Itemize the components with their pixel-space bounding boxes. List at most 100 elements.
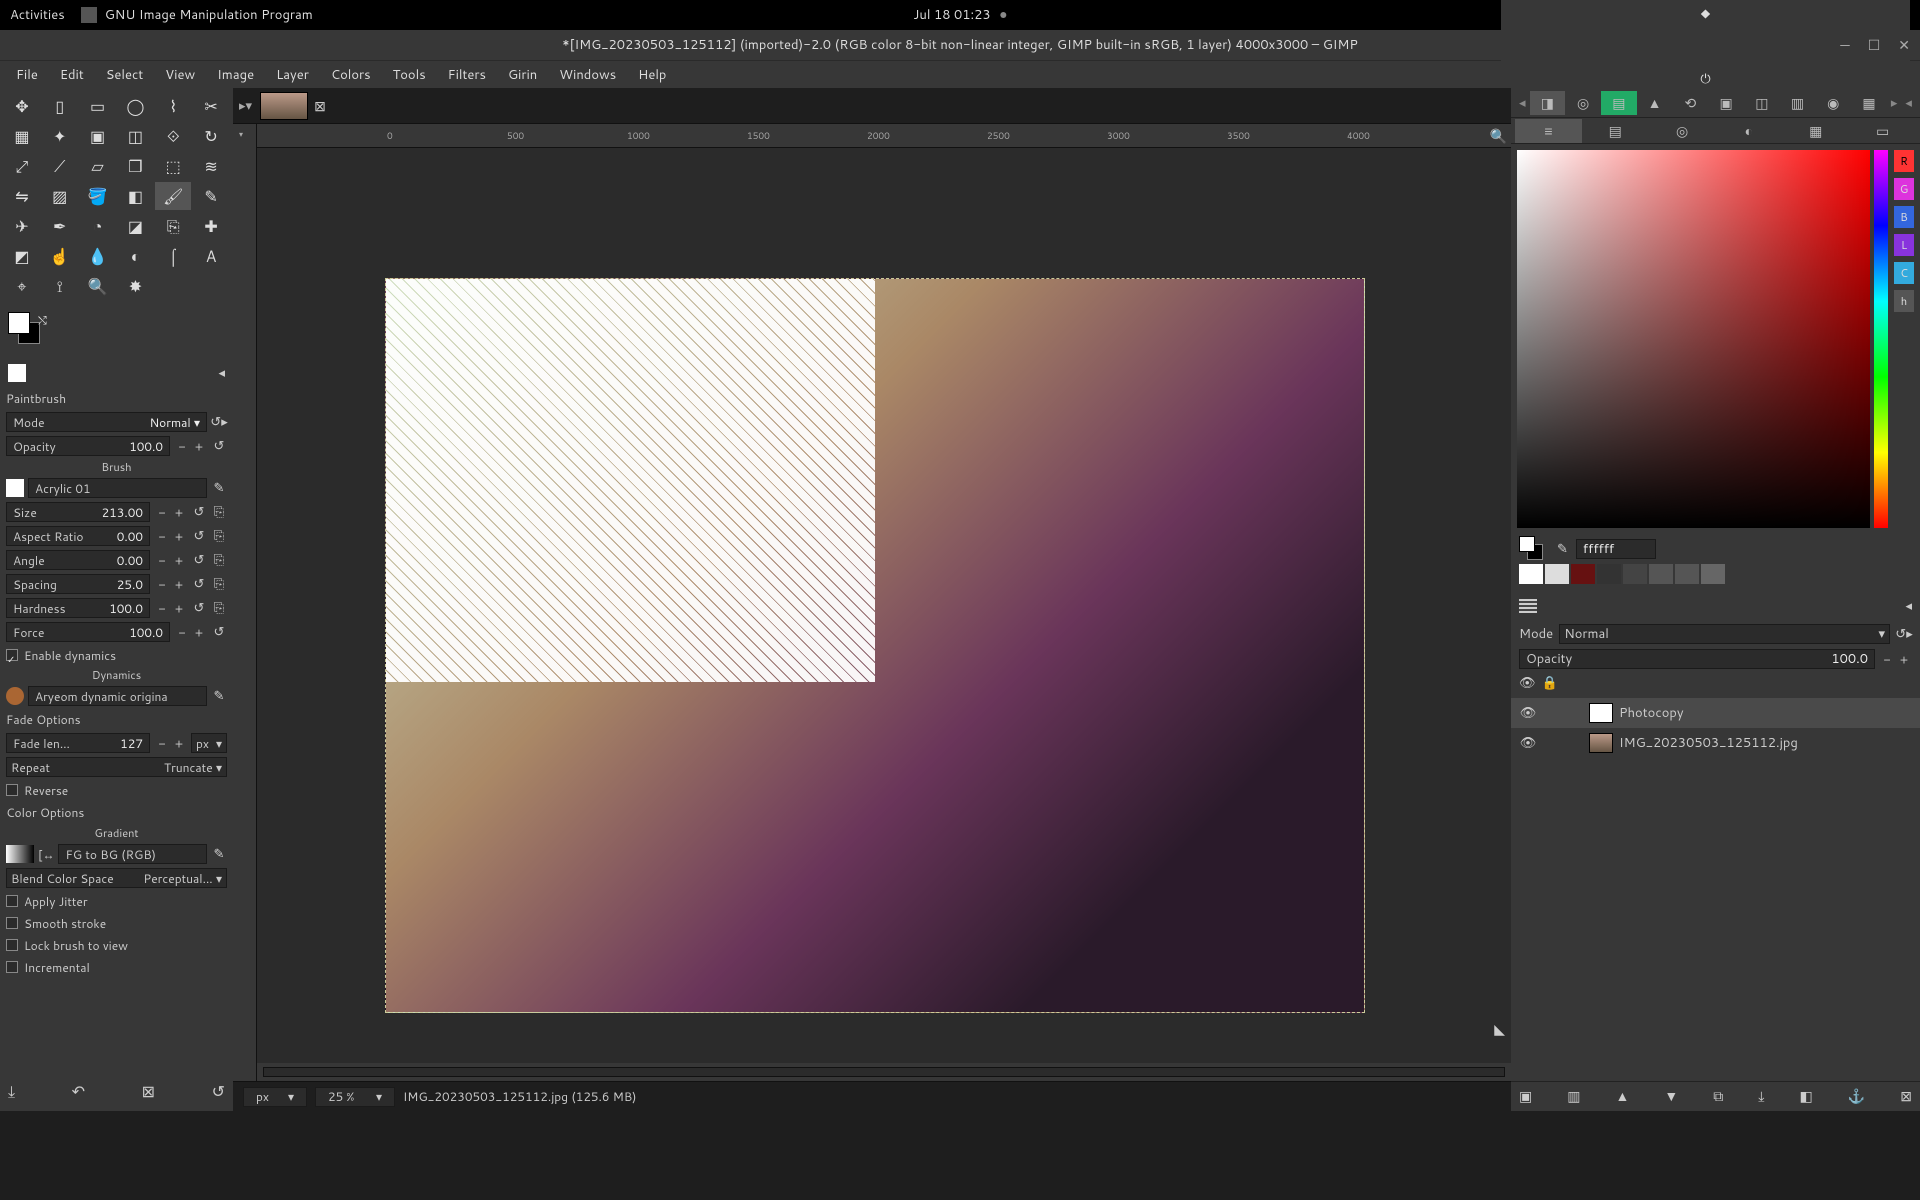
- tool-free-select[interactable]: ⌇: [155, 92, 191, 120]
- fade-dec[interactable]: −: [154, 734, 170, 752]
- lock-pixels-icon[interactable]: 👁: [1519, 674, 1536, 692]
- tab-undo-history[interactable]: ⟲: [1672, 91, 1708, 115]
- channel-c[interactable]: C: [1894, 262, 1914, 284]
- layer-name[interactable]: Photocopy: [1619, 704, 1684, 722]
- size-field[interactable]: Size 213.00: [6, 502, 150, 522]
- menu-colors[interactable]: Colors: [321, 62, 381, 88]
- layer-row[interactable]: 👁 IMG_20230503_125112.jpg: [1511, 728, 1920, 758]
- tool-gradient[interactable]: ◧: [117, 182, 153, 210]
- spacing-field[interactable]: Spacing 25.0: [6, 574, 150, 594]
- tab-histogram[interactable]: ▥: [1780, 91, 1816, 115]
- tool-color-picker[interactable]: ⌖: [4, 272, 40, 300]
- tool-blur[interactable]: 💧: [80, 242, 116, 270]
- tool-smudge[interactable]: ☝: [42, 242, 78, 270]
- duplicate-layer-icon[interactable]: ⧉: [1713, 1086, 1723, 1107]
- hardness-dec[interactable]: −: [154, 599, 170, 617]
- fade-inc[interactable]: +: [171, 734, 187, 752]
- tool-dodge[interactable]: ◐: [117, 242, 153, 270]
- swatch[interactable]: [1623, 564, 1647, 584]
- angle-reset-icon[interactable]: ↺: [191, 551, 207, 569]
- close-button[interactable]: ✕: [1898, 35, 1910, 55]
- tool-perspective-clone[interactable]: ◩: [4, 242, 40, 270]
- opacity-reset-icon[interactable]: ↺: [211, 437, 227, 455]
- swatch[interactable]: [1649, 564, 1673, 584]
- fade-length-field[interactable]: Fade len… 127: [6, 733, 150, 753]
- aspect-reset-icon[interactable]: ↺: [191, 527, 207, 545]
- menu-windows[interactable]: Windows: [549, 62, 626, 88]
- layer-name[interactable]: IMG_20230503_125112.jpg: [1619, 734, 1798, 752]
- reset-preset-icon[interactable]: ↺: [212, 1080, 225, 1103]
- tool-mypaint[interactable]: ◔: [80, 212, 116, 240]
- save-preset-icon[interactable]: ⤓: [8, 1080, 15, 1103]
- tool-foreground[interactable]: ▦: [4, 122, 40, 150]
- force-reset-icon[interactable]: ↺: [211, 623, 227, 641]
- tool-bucket[interactable]: 🪣: [80, 182, 116, 210]
- tab-images[interactable]: ▣: [1708, 91, 1744, 115]
- colortab-picker[interactable]: ▭: [1849, 119, 1916, 143]
- tool-unified-transform[interactable]: ⟐: [155, 122, 191, 150]
- smooth-checkbox[interactable]: [6, 917, 18, 929]
- hardness-inc[interactable]: +: [171, 599, 187, 617]
- tool-gegl[interactable]: ✸: [117, 272, 153, 300]
- tool-crop[interactable]: ◫: [117, 122, 153, 150]
- dynamics-icon[interactable]: [6, 687, 24, 705]
- reverse-checkbox[interactable]: [6, 784, 18, 796]
- lock-position-icon[interactable]: 🔒: [1542, 674, 1558, 692]
- aspect-dec[interactable]: −: [154, 527, 170, 545]
- menu-file[interactable]: File: [6, 62, 48, 88]
- tool-eraser[interactable]: ◪: [117, 212, 153, 240]
- hardness-field[interactable]: Hardness 100.0: [6, 598, 150, 618]
- tool-ellipse-select[interactable]: ◯: [117, 92, 153, 120]
- tool-text[interactable]: A: [193, 242, 229, 270]
- hardness-reset-icon[interactable]: ↺: [191, 599, 207, 617]
- tool-shear[interactable]: ⟋: [42, 152, 78, 180]
- channel-g[interactable]: G: [1894, 178, 1914, 200]
- gradient-thumb[interactable]: [6, 845, 34, 863]
- vertical-ruler[interactable]: ▾: [233, 124, 257, 1081]
- swap-colors-icon[interactable]: ⤭: [38, 312, 47, 328]
- fg-color-swatch[interactable]: [8, 312, 30, 334]
- colortab-triangle[interactable]: ◐: [1715, 119, 1782, 143]
- tool-rotate[interactable]: ↻: [193, 122, 229, 150]
- colortab-wheel[interactable]: ▤: [1582, 119, 1649, 143]
- sv-box[interactable]: [1517, 150, 1870, 528]
- menu-view[interactable]: View: [155, 62, 205, 88]
- layers-menu-icon[interactable]: ◂: [1905, 597, 1912, 615]
- tool-scissors[interactable]: ✂: [193, 92, 229, 120]
- channel-r[interactable]: R: [1894, 150, 1914, 172]
- lower-layer-icon[interactable]: ▼: [1664, 1086, 1678, 1107]
- tool-fuzzy-select[interactable]: ✦: [42, 122, 78, 150]
- tool-cage[interactable]: ▨: [42, 182, 78, 210]
- spacing-dec[interactable]: −: [154, 575, 170, 593]
- blend-space-select[interactable]: Blend Color Space Perceptual… ▾: [6, 868, 227, 888]
- tab-brushes[interactable]: ◉: [1815, 91, 1851, 115]
- colortab-watercolor[interactable]: ◎: [1649, 119, 1716, 143]
- tool-heal[interactable]: ✚: [193, 212, 229, 240]
- force-dec[interactable]: −: [174, 623, 190, 641]
- menu-layer[interactable]: Layer: [266, 62, 319, 88]
- swatch[interactable]: [1519, 564, 1543, 584]
- horizontal-scrollbar[interactable]: [257, 1063, 1511, 1081]
- tab-menu-icon[interactable]: ▸▾: [239, 97, 252, 115]
- aspect-link-icon[interactable]: ⎘: [211, 527, 227, 545]
- spacing-reset-icon[interactable]: ↺: [191, 575, 207, 593]
- fade-unit-select[interactable]: px▾: [191, 733, 227, 753]
- angle-dec[interactable]: −: [154, 551, 170, 569]
- hardness-link-icon[interactable]: ⎘: [211, 599, 227, 617]
- dynamics-select[interactable]: Aryeom dynamic origina: [28, 686, 207, 706]
- angle-field[interactable]: Angle 0.00: [6, 550, 150, 570]
- colortab-palettes[interactable]: ▦: [1782, 119, 1849, 143]
- maximize-button[interactable]: ☐: [1868, 35, 1881, 55]
- brush-thumb[interactable]: [6, 479, 24, 497]
- menu-select[interactable]: Select: [96, 62, 153, 88]
- navigate-icon[interactable]: ◣: [1494, 1019, 1505, 1039]
- gradient-select[interactable]: FG to BG (RGB): [58, 844, 207, 864]
- color-fg-swatch[interactable]: [1519, 536, 1535, 552]
- tool-pencil[interactable]: ✎: [193, 182, 229, 210]
- enable-dynamics-checkbox[interactable]: [6, 649, 18, 661]
- tool-3dtransform[interactable]: ❒: [117, 152, 153, 180]
- size-dec[interactable]: −: [154, 503, 170, 521]
- zoom-corner-icon[interactable]: 🔍: [1490, 126, 1511, 146]
- tool-scale[interactable]: ⤢: [4, 152, 40, 180]
- channel-b[interactable]: B: [1894, 206, 1914, 228]
